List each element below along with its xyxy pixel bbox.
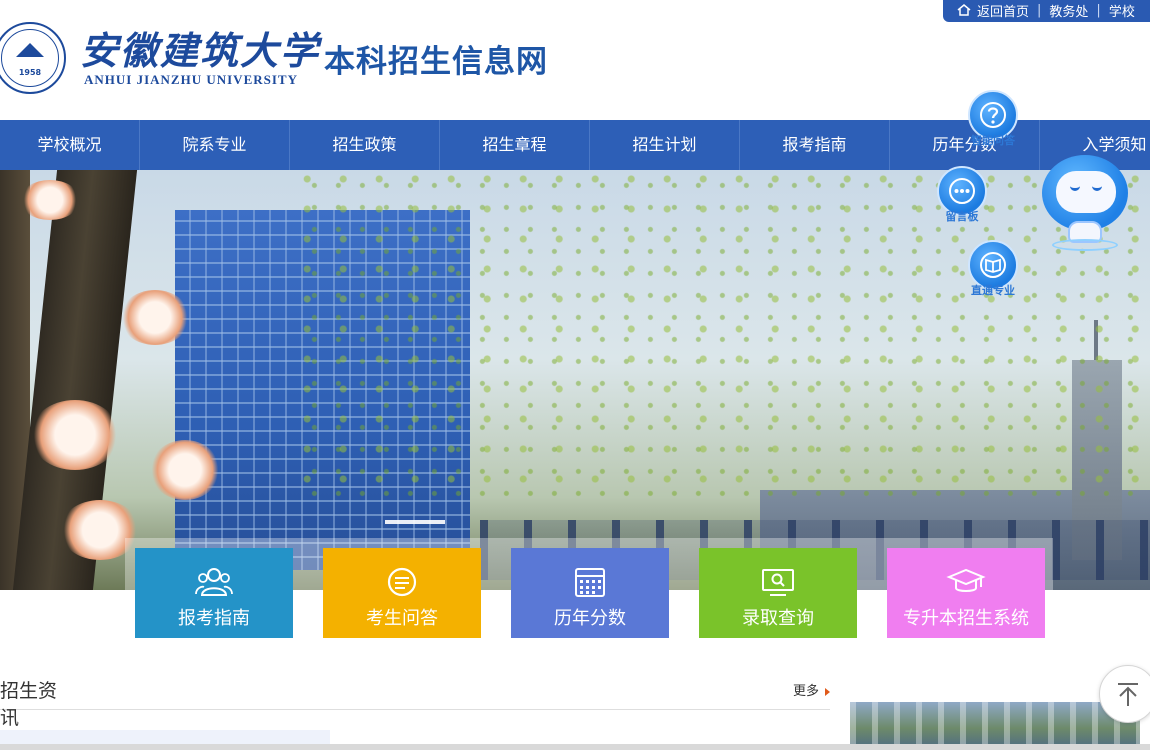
quick-link-label: 专升本招生系统: [903, 608, 1029, 629]
nav-item-school-overview[interactable]: 学校概况: [0, 120, 140, 170]
horizontal-scrollbar[interactable]: [0, 744, 1150, 750]
toplink-separator: |: [1096, 2, 1101, 18]
robot-assistant-icon[interactable]: [1040, 155, 1130, 255]
arrow-up-icon: [1118, 683, 1138, 706]
quick-link-past-scores[interactable]: 历年分数: [511, 548, 669, 638]
emblem-ring: [1, 29, 59, 87]
toplink-school[interactable]: 学校: [1109, 1, 1135, 20]
chat-icon: [387, 567, 417, 597]
quick-link-label: 历年分数: [554, 608, 626, 629]
calendar-icon: [575, 568, 605, 597]
robot-base: [1052, 239, 1118, 251]
message-board-button[interactable]: 留言板: [935, 166, 989, 224]
site-title[interactable]: 本科招生信息网: [324, 36, 548, 81]
school-name-en: ANHUI JIANZHU UNIVERSITY: [84, 72, 298, 87]
users-icon: [195, 568, 233, 596]
emblem-roof: [16, 43, 44, 57]
graduation-cap-icon: [946, 568, 986, 592]
news-more-link[interactable]: 更多: [793, 680, 830, 699]
robot-eye: [1092, 185, 1102, 191]
quick-link-admission-query[interactable]: 录取查询: [699, 548, 857, 638]
banner-blossom: [150, 440, 220, 500]
monitor-search-icon: [762, 569, 794, 596]
nav-item-departments[interactable]: 院系专业: [140, 120, 290, 170]
nav-item-admission-plan[interactable]: 招生计划: [590, 120, 740, 170]
emblem-year: 1958: [18, 68, 42, 77]
toplink-academic-affairs[interactable]: 教务处: [1049, 1, 1088, 20]
direct-major-label: 直通专业: [971, 284, 1015, 297]
banner-blossom: [30, 400, 120, 470]
news-section-header: 招生资讯 更多: [0, 668, 830, 740]
robot-face: [1056, 171, 1116, 213]
back-to-top-button[interactable]: [1099, 665, 1150, 723]
quick-link-label: 报考指南: [178, 608, 250, 629]
quick-link-qa[interactable]: 考生问答: [323, 548, 481, 638]
nav-item-admission-policy[interactable]: 招生政策: [290, 120, 440, 170]
smart-qa-label: 智能问答: [971, 134, 1015, 147]
school-name-cn[interactable]: 安徽建筑大学: [80, 20, 320, 75]
banner-blossom: [20, 180, 80, 220]
robot-head: [1042, 155, 1128, 231]
university-emblem-icon[interactable]: 1958: [0, 22, 66, 94]
banner-pagination-indicator[interactable]: [385, 520, 445, 524]
top-links-bar: 返回首页 | 教务处 | 学校: [943, 0, 1150, 22]
news-more-label: 更多: [792, 684, 819, 699]
banner-willow-leaves: [300, 170, 1150, 500]
campus-photo[interactable]: [850, 702, 1140, 750]
robot-eye: [1070, 185, 1080, 191]
message-board-label: 留言板: [945, 210, 979, 223]
home-icon: [957, 4, 971, 16]
toplink-separator: |: [1037, 2, 1042, 18]
toplink-home[interactable]: 返回首页: [977, 1, 1029, 20]
quick-link-label: 考生问答: [366, 608, 438, 629]
banner-blossom: [120, 290, 190, 345]
quick-link-application-guide[interactable]: 报考指南: [135, 548, 293, 638]
nav-item-admission-charter[interactable]: 招生章程: [440, 120, 590, 170]
quick-link-label: 录取查询: [742, 608, 814, 629]
arrow-right-icon: [825, 687, 830, 696]
direct-major-button[interactable]: 直通专业: [966, 240, 1020, 298]
hero-banner-image[interactable]: [0, 170, 1150, 590]
nav-item-application-guide[interactable]: 报考指南: [740, 120, 890, 170]
quick-link-upgrade-system[interactable]: 专升本招生系统: [887, 548, 1045, 638]
smart-qa-button[interactable]: 智能问答: [966, 90, 1020, 148]
